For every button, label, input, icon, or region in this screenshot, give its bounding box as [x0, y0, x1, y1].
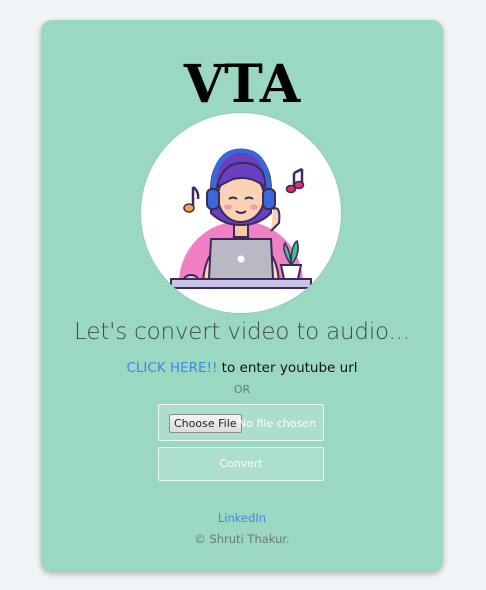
app-title: VTA — [183, 54, 301, 115]
choose-file-button[interactable]: Choose File — [169, 414, 242, 433]
person-with-headphones-laptop-illustration — [170, 148, 312, 289]
music-note-icon — [285, 167, 305, 194]
main-card: VTA Let's convert video to audio... CLIC… — [41, 20, 443, 572]
linkedin-link[interactable]: LinkedIn — [41, 510, 443, 526]
youtube-url-prompt: CLICK HERE!! to enter youtube url — [41, 358, 443, 378]
tagline: Let's convert video to audio... — [74, 319, 410, 345]
copyright-text: © Shruti Thakur. — [194, 532, 290, 546]
cta-text: to enter youtube url — [217, 360, 358, 376]
or-divider: OR — [233, 383, 251, 396]
convert-button[interactable]: Convert — [158, 447, 324, 481]
click-here-link[interactable]: CLICK HERE!! — [126, 360, 217, 376]
file-status-text: No file chosen — [238, 417, 316, 430]
file-upload-field[interactable]: Choose File No file chosen — [158, 404, 324, 441]
hero-illustration — [141, 113, 341, 313]
music-note-icon — [183, 185, 200, 213]
